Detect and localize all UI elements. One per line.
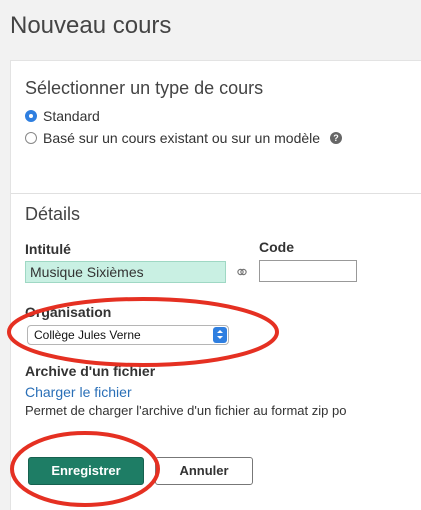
cancel-button[interactable]: Annuler (155, 457, 253, 485)
radio-selected-icon[interactable] (25, 110, 37, 122)
page-title: Nouveau cours (10, 12, 172, 39)
title-input[interactable]: Musique Sixièmes (25, 261, 226, 283)
upload-file-link[interactable]: Charger le fichier (25, 384, 132, 400)
radio-label-existing-course: Basé sur un cours existant ou sur un mod… (43, 130, 321, 146)
upload-help-text: Permet de charger l'archive d'un fichier… (25, 403, 347, 418)
organisation-label: Organisation (25, 304, 112, 320)
title-label: Intitulé (25, 241, 71, 257)
organisation-select[interactable]: Collège Jules Verne (27, 325, 229, 345)
select-arrows-icon[interactable] (213, 327, 227, 343)
course-form-panel: Sélectionner un type de cours Standard B… (10, 60, 421, 510)
course-type-heading: Sélectionner un type de cours (25, 78, 264, 98)
radio-label-standard: Standard (43, 108, 100, 124)
save-button[interactable]: Enregistrer (28, 457, 144, 485)
link-icon[interactable] (237, 267, 247, 277)
radio-unselected-icon[interactable] (25, 132, 37, 144)
organisation-selected-value: Collège Jules Verne (34, 328, 141, 342)
section-divider (11, 193, 421, 194)
details-heading: Détails (25, 204, 81, 224)
question-circle-icon[interactable]: ? (330, 132, 343, 144)
radio-option-existing-course[interactable]: Basé sur un cours existant ou sur un mod… (25, 130, 343, 146)
archive-label: Archive d'un fichier (25, 363, 156, 379)
radio-option-standard[interactable]: Standard (25, 108, 100, 124)
code-input[interactable] (259, 260, 357, 282)
code-label: Code (259, 239, 294, 255)
